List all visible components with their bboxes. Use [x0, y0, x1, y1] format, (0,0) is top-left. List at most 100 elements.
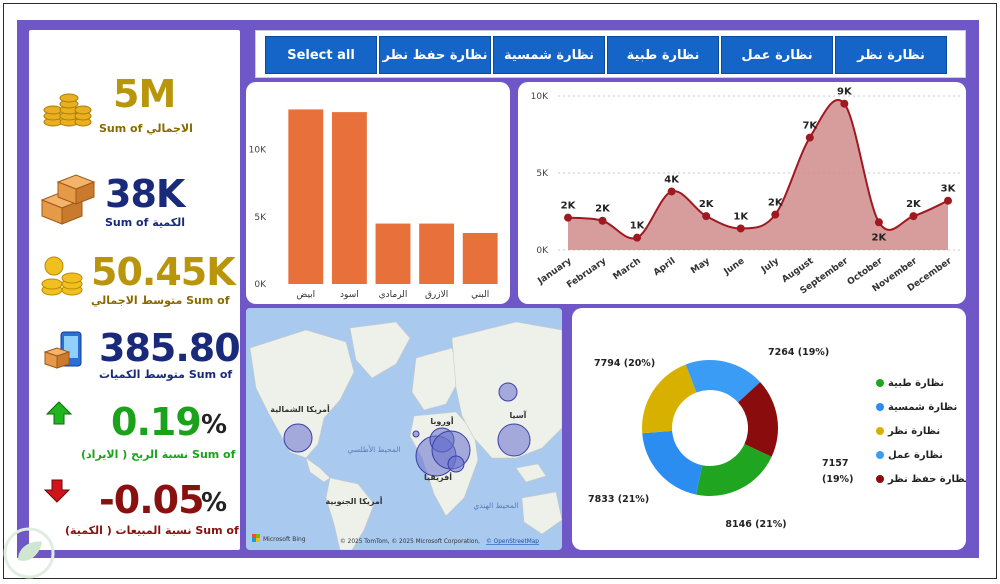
arrow-up-icon [45, 401, 73, 425]
kpi-sales-label: نسبة المبيعات ( الكمية) Sum of [65, 524, 239, 537]
slicer-item-vision[interactable]: نظارة نظر [835, 36, 947, 74]
slicer-item-sunglasses[interactable]: نظارة شمسية [493, 36, 605, 74]
line-point[interactable] [702, 212, 711, 221]
kpi-quantity-value: 38K [105, 172, 185, 216]
line-point[interactable] [805, 133, 814, 142]
kpi-profit-value: 0.19 [111, 400, 202, 444]
legend-marker[interactable] [876, 403, 884, 411]
line-data-label: 7K [802, 121, 818, 132]
bar-xtick-label: اسود [340, 290, 359, 300]
map-label-asia: آسيا [510, 410, 527, 420]
line-data-label: 2K [699, 199, 715, 210]
line-data-label: 2K [872, 232, 888, 243]
line-point[interactable] [874, 218, 883, 227]
map-bubble-india[interactable] [447, 455, 465, 473]
line-point[interactable] [771, 210, 780, 219]
map-attribution-link[interactable]: © OpenStreetMap [486, 538, 539, 545]
line-data-label: 1K [630, 221, 646, 232]
line-point[interactable] [909, 212, 918, 221]
legend-label[interactable]: نظارة شمسية [888, 402, 957, 413]
phone-boxes-icon [43, 331, 82, 369]
legend-label[interactable]: نظارة نظر [887, 426, 940, 437]
map-bubble-north-america[interactable] [283, 423, 313, 453]
bar-chart: 0K 5K 10K ابيض اسود الرمادي الازرق البني [249, 109, 498, 300]
map-bubble-russia[interactable] [498, 382, 518, 402]
product-slicer: Select all نظارة حفظ نظر نظارة شمسية نظا… [255, 30, 966, 78]
donut-data-label: 7157 [822, 458, 848, 469]
kpi-total-label: Sum of الاجمالي [99, 122, 193, 135]
map-bubble-asia[interactable] [497, 423, 531, 457]
kpi-profit-percent: % [201, 410, 227, 440]
donut-data-label: 7833 (21%) [588, 494, 649, 505]
legend-label[interactable]: نظارة طبية [888, 378, 944, 389]
line-xtick-label: June [722, 256, 747, 278]
donut-slice[interactable] [696, 444, 772, 496]
line-point[interactable] [944, 196, 952, 205]
bar[interactable] [331, 112, 367, 284]
coins-icon [41, 256, 83, 296]
line-point[interactable] [840, 99, 849, 108]
gold-coins-stack-icon [43, 93, 92, 127]
line-ytick-label: 10K [531, 92, 549, 102]
svg-text:Microsoft Bing: Microsoft Bing [263, 536, 306, 543]
line-data-label: 2K [561, 201, 577, 212]
line-xtick-label: April [652, 256, 677, 278]
map-label-south-america: أمريكا الجنوبية [325, 496, 382, 506]
line-ytick-label: 0K [536, 246, 549, 256]
bar[interactable] [288, 109, 324, 284]
line-point[interactable] [564, 213, 572, 222]
line-series [567, 99, 949, 240]
donut-data-label: 7264 (19%) [768, 347, 829, 358]
line-point[interactable] [667, 187, 676, 196]
slicer-item-medical[interactable]: نظارة طبية [607, 36, 719, 74]
map-label-atlantic: المحيط الأطلسي [347, 444, 400, 454]
line-data-label: 9K [837, 87, 853, 98]
bar[interactable] [375, 223, 411, 284]
kpi-profit-label: نسبة الربح ( الايراد) Sum of [81, 448, 236, 461]
kpi-total: 5M Sum of الاجمالي [29, 30, 240, 135]
slicer-select-all[interactable]: Select all [265, 36, 377, 74]
donut-data-label: 8146 (21%) [725, 519, 786, 530]
bar-ytick-label: 0K [254, 280, 267, 290]
legend-label[interactable]: نظارة حفظ نظر [887, 474, 969, 485]
donut-slice[interactable] [642, 430, 703, 495]
bar-chart-panel: 0K 5K 10K ابيض اسود الرمادي الازرق البني [246, 82, 510, 304]
donut-chart-panel: 8146 (21%) 7833 (21%) 7794 (20%) 7264 (19%)… [572, 308, 969, 550]
legend-label[interactable]: نظارة عمل [888, 450, 943, 461]
bar-ytick-label: 10K [249, 146, 267, 156]
donut-chart: 8146 (21%) 7833 (21%) 7794 (20%) 7264 (19%)… [588, 347, 969, 530]
legend-marker[interactable] [876, 475, 884, 483]
bar[interactable] [419, 223, 455, 284]
arrow-down-icon [43, 479, 71, 503]
kpi-quantity-label: Sum of الكمية [105, 216, 186, 229]
bar-xtick-label: الازرق [425, 290, 448, 300]
line-chart: 0K5K10K2KJanuary2KFebruary1KMarch4KApril… [531, 87, 962, 296]
kpi-sales-percent: % [201, 488, 227, 518]
line-data-label: 2K [595, 204, 611, 215]
slicer-item-vision-care[interactable]: نظارة حفظ نظر [379, 36, 491, 74]
line-data-label: 3K [941, 184, 957, 195]
line-data-label: 4K [664, 174, 680, 185]
legend-marker[interactable] [876, 379, 884, 387]
leaf-watermark-icon [3, 527, 55, 579]
kpi-total-value: 5M [113, 72, 176, 116]
donut-slice[interactable] [642, 364, 697, 434]
line-point[interactable] [633, 233, 642, 242]
bar-ytick-label: 5K [254, 213, 267, 223]
map-bubble-small[interactable] [412, 430, 420, 438]
line-point[interactable] [598, 216, 607, 225]
legend-marker[interactable] [876, 451, 884, 459]
kpi-avg-total-label: متوسط الاجمالي Sum of [91, 294, 230, 307]
map-panel[interactable]: أمريكا الشمالية أمريكا الجنوبية أوروبا آ… [246, 308, 562, 550]
world-map[interactable]: أمريكا الشمالية أمريكا الجنوبية أوروبا آ… [246, 308, 562, 550]
bar-xtick-label: ابيض [296, 290, 315, 300]
line-point[interactable] [736, 224, 745, 233]
donut-data-label: 7794 (20%) [594, 358, 655, 369]
legend-marker[interactable] [876, 427, 884, 435]
slicer-item-work[interactable]: نظارة عمل [721, 36, 833, 74]
map-label-north-america: أمريكا الشمالية [270, 404, 330, 414]
line-xtick-label: March [612, 256, 643, 282]
kpi-avg-qty-label: متوسط الكميات Sum of [99, 368, 233, 381]
bar-xtick-label: البني [471, 290, 489, 300]
bar[interactable] [462, 232, 498, 284]
